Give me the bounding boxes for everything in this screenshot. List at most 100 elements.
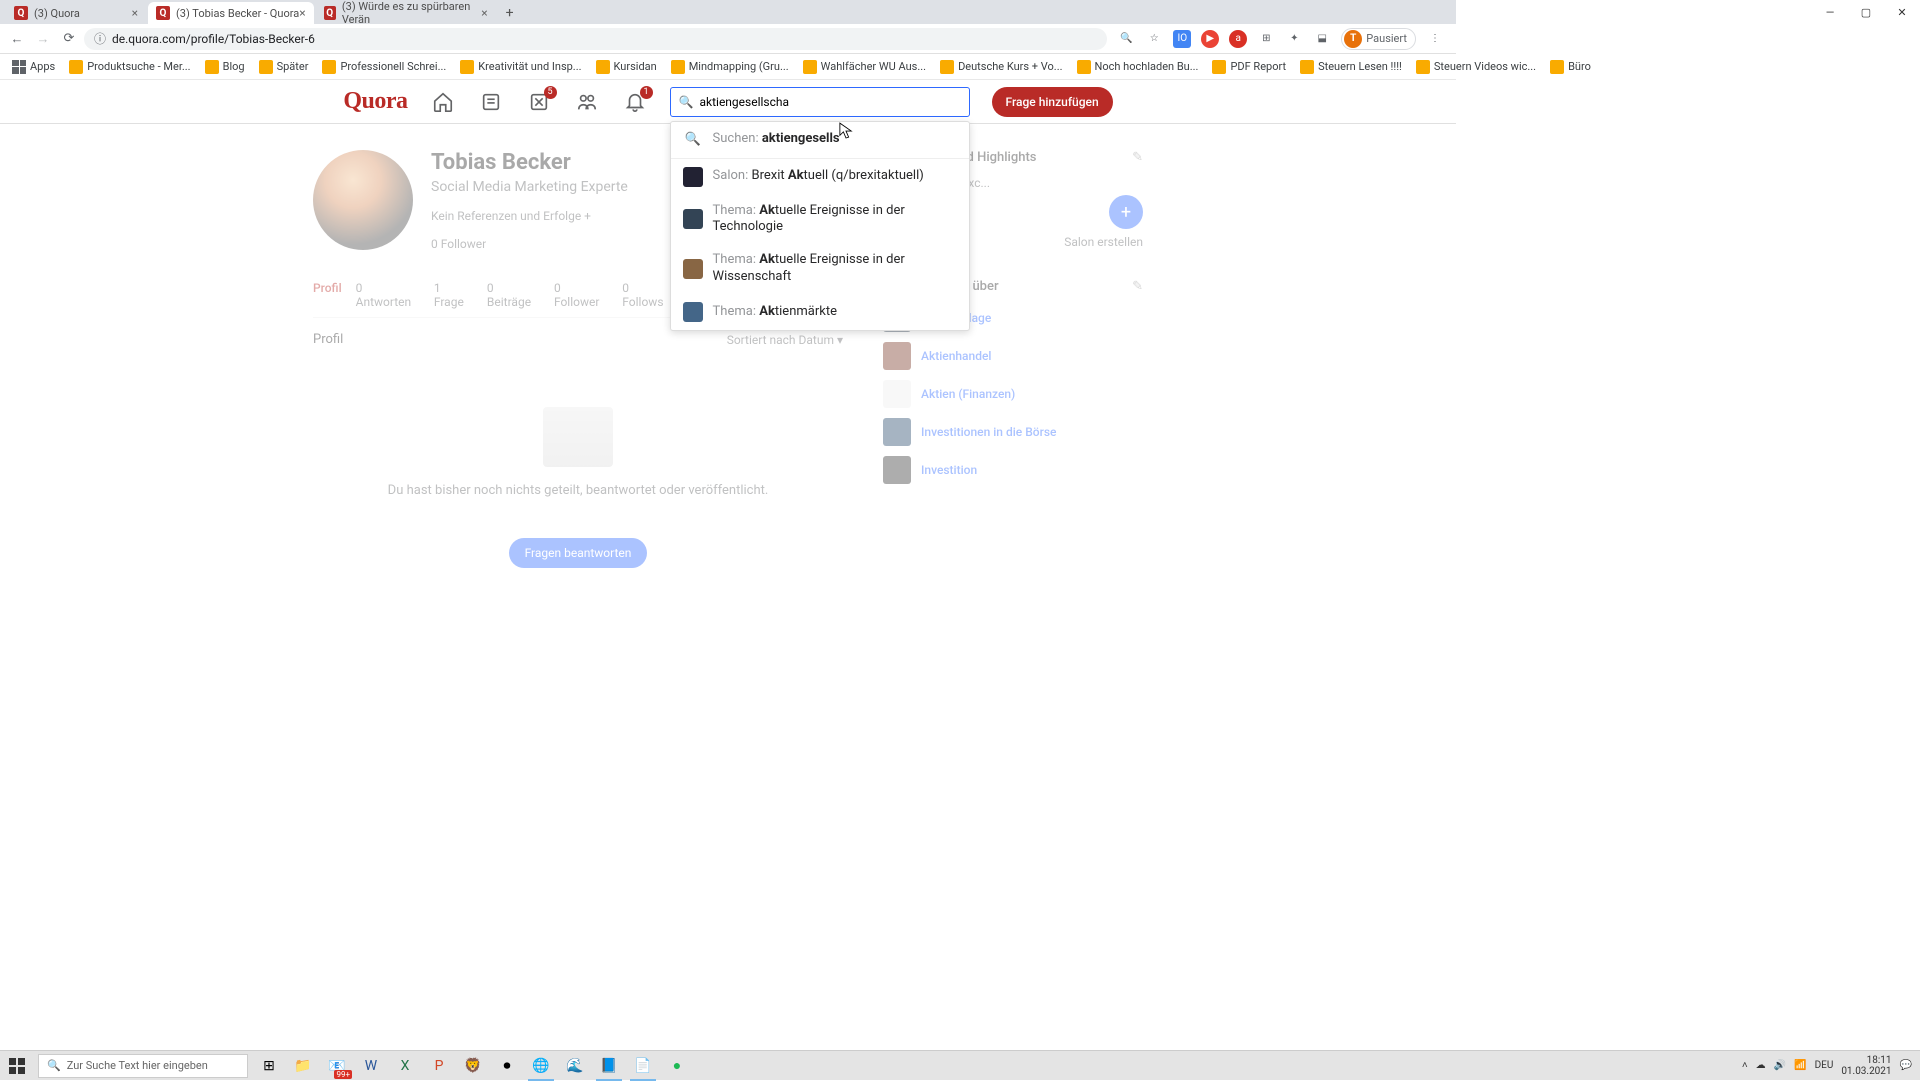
search-input[interactable] [699, 95, 960, 109]
extension-icon[interactable]: a [1229, 30, 1247, 48]
notifications-icon[interactable]: 1 [622, 89, 648, 115]
quora-header: Quora 5 1 🔍 🔍 Suchen: aktiengesells Salo… [0, 80, 1456, 124]
tray-cloud-icon[interactable]: ☁ [1756, 1060, 1766, 1071]
favicon-quora: Q [14, 6, 28, 20]
extension-icon[interactable]: ⊞ [1257, 30, 1275, 48]
system-tray: ˄ ☁ 🔊 📶 DEU 18:11 01.03.2021 💬 [1734, 1055, 1920, 1077]
search-icon: 🔍 [679, 95, 694, 109]
avatar-icon: T [1344, 30, 1362, 48]
suggestion-thumb [683, 209, 703, 229]
tray-chevron-icon[interactable]: ˄ [1742, 1060, 1748, 1071]
search-suggestion[interactable]: Thema: Aktuelle Ereignisse in der Techno… [671, 195, 969, 245]
bookmark[interactable]: Büro [1546, 58, 1595, 76]
taskbar-app-spotify[interactable]: ● [660, 1051, 694, 1081]
bookmark[interactable]: Deutsche Kurs + Vo... [936, 58, 1066, 76]
tab-close-icon[interactable]: × [481, 6, 487, 20]
bookmark[interactable]: Kreativität und Insp... [456, 58, 585, 76]
bookmark[interactable]: Kursidan [592, 58, 661, 76]
profile-paused-button[interactable]: T Pausiert [1341, 28, 1416, 50]
taskbar-app-explorer[interactable]: 📁 [286, 1051, 320, 1081]
taskbar-app-powerpoint[interactable]: P [422, 1051, 456, 1081]
search-icon: 🔍 [683, 130, 703, 150]
search-suggestions-dropdown: 🔍 Suchen: aktiengesells Salon: Brexit Ak… [670, 121, 970, 332]
search-box[interactable]: 🔍 [670, 87, 970, 117]
taskbar-app-word[interactable]: W [354, 1051, 388, 1081]
site-info-icon[interactable]: ⓘ [94, 30, 106, 47]
spaces-icon[interactable] [574, 89, 600, 115]
taskbar-app[interactable]: 📘 [592, 1051, 626, 1081]
task-view-icon[interactable]: ⊞ [252, 1051, 286, 1081]
back-button[interactable]: ← [6, 28, 28, 50]
suggestion-thumb [683, 302, 703, 322]
bookmarks-bar: Apps Produktsuche - Mer... Blog Später P… [0, 54, 1456, 80]
tab-close-icon[interactable]: × [299, 6, 305, 20]
taskbar-app[interactable]: 🦁 [456, 1051, 490, 1081]
quora-logo[interactable]: Quora [343, 88, 407, 115]
window-maximize-button[interactable]: ▢ [1848, 0, 1884, 24]
taskbar-app-edge[interactable]: 🌊 [558, 1051, 592, 1081]
tab-title: (3) Tobias Becker - Quora [176, 7, 299, 20]
start-button[interactable] [0, 1051, 34, 1081]
menu-icon[interactable]: ⋮ [1426, 30, 1444, 48]
bookmark[interactable]: Noch hochladen Bu... [1073, 58, 1203, 76]
search-placeholder: Zur Suche Text hier eingeben [67, 1059, 208, 1072]
taskbar-app-chrome[interactable]: 🌐 [524, 1051, 558, 1081]
favicon-quora: Q [324, 6, 336, 20]
bookmark[interactable]: Später [255, 58, 313, 76]
browser-tab-strip: Q (3) Quora × Q (3) Tobias Becker - Quor… [0, 0, 1456, 24]
taskbar-app-mail[interactable]: 📧99+ [320, 1051, 354, 1081]
taskbar-search[interactable]: 🔍 Zur Suche Text hier eingeben [38, 1054, 248, 1078]
tray-network-icon[interactable]: 📶 [1794, 1060, 1806, 1071]
search-suggestion[interactable]: Salon: Brexit Aktuell (q/brexitaktuell) [671, 159, 969, 195]
tray-clock[interactable]: 18:11 01.03.2021 [1841, 1055, 1891, 1077]
forward-button[interactable]: → [32, 28, 54, 50]
browser-tab[interactable]: Q (3) Tobias Becker - Quora × [148, 2, 314, 24]
tray-volume-icon[interactable]: 🔊 [1774, 1060, 1786, 1071]
url-text: de.quora.com/profile/Tobias-Becker-6 [112, 32, 315, 46]
search-suggestion[interactable]: Thema: Aktuelle Ereignisse in der Wissen… [671, 244, 969, 294]
extension-icon[interactable]: ⬓ [1313, 30, 1331, 48]
window-minimize-button[interactable]: — [1812, 0, 1848, 24]
search-suggestion[interactable]: 🔍 Suchen: aktiengesells [671, 122, 969, 159]
add-question-button[interactable]: Frage hinzufügen [992, 87, 1113, 117]
browser-tab[interactable]: Q (3) Quora × [6, 2, 146, 24]
new-tab-button[interactable]: + [498, 2, 522, 24]
answer-icon[interactable]: 5 [526, 89, 552, 115]
bookmark[interactable]: Steuern Videos wic... [1412, 58, 1540, 76]
extension-icon[interactable]: ▶ [1201, 30, 1219, 48]
address-bar[interactable]: ⓘ de.quora.com/profile/Tobias-Becker-6 [84, 28, 1107, 50]
taskbar-app-notepad[interactable]: 📄 [626, 1051, 660, 1081]
extensions-icon[interactable]: ✦ [1285, 30, 1303, 48]
tray-notifications-icon[interactable]: 💬 [1900, 1060, 1912, 1071]
bookmark[interactable]: Steuern Lesen !!!! [1296, 58, 1406, 76]
badge: 1 [640, 86, 653, 99]
tray-language[interactable]: DEU [1815, 1060, 1834, 1071]
page-content: Quora 5 1 🔍 🔍 Suchen: aktiengesells Salo… [0, 80, 1456, 786]
bookmark[interactable]: Blog [201, 58, 249, 76]
badge: 5 [544, 86, 557, 99]
apps-button[interactable]: Apps [8, 58, 59, 76]
tab-close-icon[interactable]: × [132, 6, 138, 20]
zoom-icon[interactable]: 🔍 [1117, 30, 1135, 48]
browser-tab[interactable]: Q (3) Würde es zu spürbaren Verän × [316, 2, 496, 24]
bookmark[interactable]: Wahlfächer WU Aus... [799, 58, 930, 76]
bookmark[interactable]: PDF Report [1208, 58, 1290, 76]
search-suggestion[interactable]: Thema: Aktienmärkte [671, 294, 969, 330]
windows-taskbar: 🔍 Zur Suche Text hier eingeben ⊞ 📁 📧99+ … [0, 1050, 1920, 1080]
reload-button[interactable]: ⟳ [58, 28, 80, 50]
tab-title: (3) Quora [34, 7, 80, 20]
search-icon: 🔍 [47, 1059, 61, 1072]
suggestion-thumb [683, 259, 703, 279]
home-icon[interactable] [430, 89, 456, 115]
extension-icon[interactable]: IO [1173, 30, 1191, 48]
bookmark[interactable]: Professionell Schrei... [318, 58, 450, 76]
following-icon[interactable] [478, 89, 504, 115]
tab-title: (3) Würde es zu spürbaren Verän [342, 0, 481, 26]
taskbar-app-obs[interactable]: ⏺ [490, 1051, 524, 1081]
window-close-button[interactable]: ✕ [1884, 0, 1920, 24]
star-icon[interactable]: ☆ [1145, 30, 1163, 48]
favicon-quora: Q [156, 6, 170, 20]
taskbar-app-excel[interactable]: X [388, 1051, 422, 1081]
bookmark[interactable]: Mindmapping (Gru... [667, 58, 793, 76]
bookmark[interactable]: Produktsuche - Mer... [65, 58, 194, 76]
